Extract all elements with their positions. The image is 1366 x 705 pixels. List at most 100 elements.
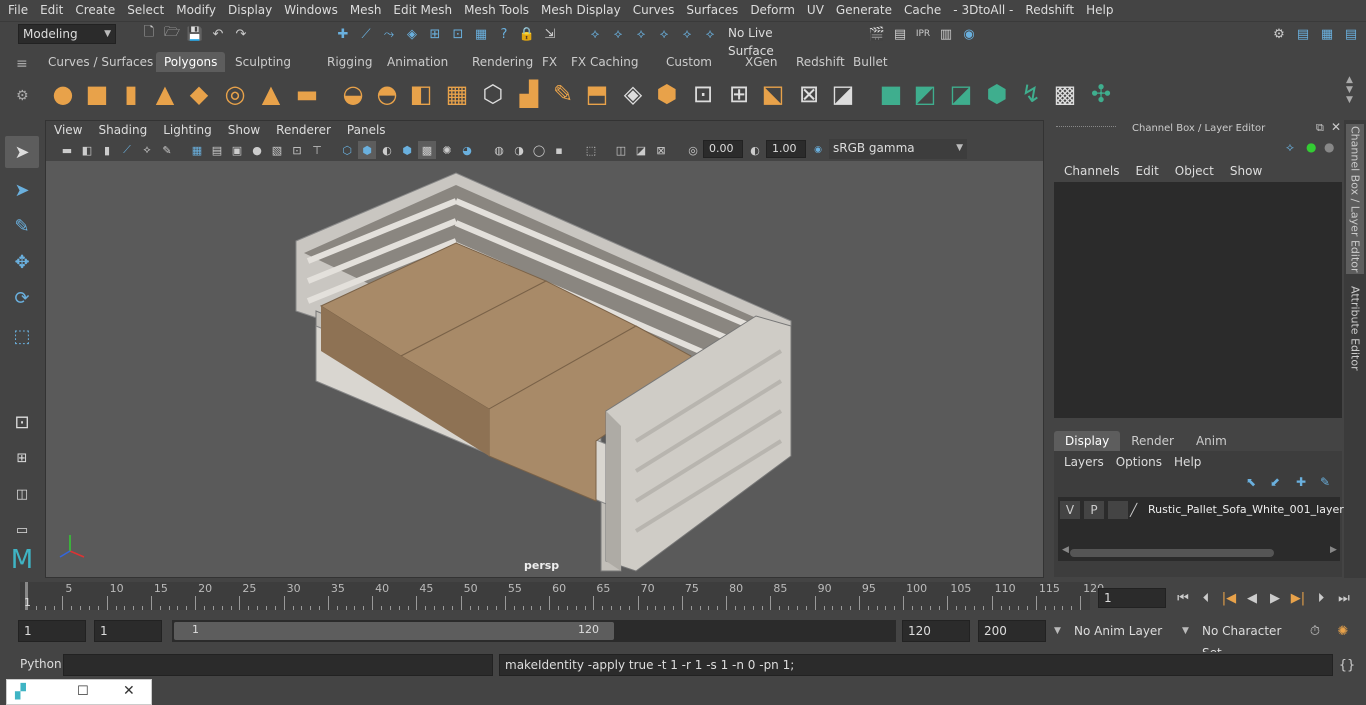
extract-icon[interactable]: ⬡ <box>478 79 508 109</box>
shelf-gear-icon[interactable]: ⚙ <box>16 88 36 104</box>
toggle-channel-box-icon[interactable]: ▤ <box>1342 25 1360 43</box>
image-plane-icon[interactable]: ⟋ <box>118 141 136 159</box>
uv-automatic-icon[interactable]: ⬢ <box>982 79 1012 109</box>
viewport-menu-renderer[interactable]: Renderer <box>268 121 339 139</box>
uv-checker-icon[interactable]: ▩ <box>1050 79 1080 109</box>
toggle-attribute-icon[interactable]: ▤ <box>1294 25 1312 43</box>
ipr-render-icon[interactable]: IPR <box>914 25 932 43</box>
sym-x-icon[interactable]: ⟡ <box>586 25 604 43</box>
xray-icon[interactable]: ◫ <box>612 141 630 159</box>
auto-key-icon[interactable]: ⏱ <box>1306 622 1324 640</box>
layer-menu-options[interactable]: Options <box>1110 453 1168 471</box>
merge-icon[interactable]: ◪ <box>828 79 858 109</box>
menu-modify[interactable]: Modify <box>170 0 222 21</box>
default-material-icon[interactable]: ◐ <box>378 141 396 159</box>
paint-select-tool-icon[interactable]: ✎ <box>5 210 39 242</box>
anim-end-field[interactable]: 200 <box>978 620 1046 642</box>
viewport-menu-show[interactable]: Show <box>220 121 268 139</box>
new-layer-icon[interactable]: ✚ <box>1296 475 1306 489</box>
menu-redshift[interactable]: Redshift <box>1019 0 1080 21</box>
shelf-tab-fx-caching[interactable]: FX Caching <box>563 52 646 72</box>
xray-components-icon[interactable]: ⊠ <box>652 141 670 159</box>
scroll-right-icon[interactable]: ▶ <box>1330 545 1337 555</box>
channel-list[interactable] <box>1054 182 1342 418</box>
snap-view-icon[interactable]: ▦ <box>472 25 490 43</box>
combine-icon[interactable]: ◒ <box>338 79 368 109</box>
depth-of-field-icon[interactable]: ▪ <box>550 141 568 159</box>
channel-menu-show[interactable]: Show <box>1222 162 1270 180</box>
uv-planar-icon[interactable]: ■ <box>876 79 906 109</box>
anim-layer-dropdown[interactable]: ▼ No Anim Layer <box>1052 620 1172 642</box>
color-management-icon[interactable]: ◉ <box>809 141 827 159</box>
undo-icon[interactable]: ↶ <box>209 25 227 43</box>
tab-channel-box[interactable]: Channel Box / Layer Editor <box>1346 124 1364 274</box>
bevel-icon[interactable]: ▟ <box>514 79 544 109</box>
character-set-dropdown[interactable]: ▼ No Character Set <box>1180 620 1300 660</box>
snap-together-icon[interactable]: ⟡ <box>655 25 673 43</box>
layer-playback-toggle[interactable]: P <box>1084 501 1104 519</box>
uv-cylindrical-icon[interactable]: ◩ <box>910 79 940 109</box>
bookmark-icon[interactable]: ▮ <box>98 141 116 159</box>
shadows-icon[interactable]: ◕ <box>458 141 476 159</box>
layer-tab-render[interactable]: Render <box>1120 431 1185 451</box>
separate-icon[interactable]: ◓ <box>372 79 402 109</box>
menu-mesh[interactable]: Mesh <box>344 0 388 21</box>
film-gate-icon[interactable]: ▤ <box>208 141 226 159</box>
sym-z-icon[interactable]: ⟡ <box>632 25 650 43</box>
select-component-icon[interactable]: ⤳ <box>380 25 398 43</box>
screen-space-ao-icon[interactable]: ◍ <box>490 141 508 159</box>
snap-point-icon[interactable]: ⊡ <box>449 25 467 43</box>
safe-title-icon[interactable]: ⊤ <box>308 141 326 159</box>
close-icon[interactable]: ✕ <box>123 683 135 699</box>
layer-visibility-toggle[interactable]: V <box>1060 501 1080 519</box>
poly-cylinder-icon[interactable]: ▮ <box>116 79 146 109</box>
new-scene-icon[interactable]: 🗋 <box>140 25 158 43</box>
step-forward-key-icon[interactable]: ⏵ <box>1312 589 1330 607</box>
poly-plane-icon[interactable]: ◆ <box>184 79 214 109</box>
restore-icon[interactable]: ☐ <box>77 684 89 699</box>
offset-edge-icon[interactable]: ⬕ <box>758 79 788 109</box>
menu-windows[interactable]: Windows <box>278 0 344 21</box>
mirror-icon[interactable]: ◧ <box>406 79 436 109</box>
extrude-icon[interactable]: ⬒ <box>582 79 612 109</box>
toggle-tool-settings-icon[interactable]: ▦ <box>1318 25 1336 43</box>
gate-mask-icon[interactable]: ● <box>248 141 266 159</box>
viewport-menu-panels[interactable]: Panels <box>339 121 394 139</box>
layer-color-icon[interactable]: ╱ <box>1130 503 1137 517</box>
menu-uv[interactable]: UV <box>801 0 830 21</box>
channel-menu-edit[interactable]: Edit <box>1128 162 1167 180</box>
menu-mesh-tools[interactable]: Mesh Tools <box>458 0 535 21</box>
new-layer-selected-icon[interactable]: ✎ <box>1320 475 1330 489</box>
menu-surfaces[interactable]: Surfaces <box>680 0 744 21</box>
3d-scene[interactable] <box>46 161 1043 577</box>
wireframe-on-shaded-icon[interactable]: ⬢ <box>398 141 416 159</box>
exposure-icon[interactable]: ◎ <box>684 141 702 159</box>
menu-deform[interactable]: Deform <box>744 0 801 21</box>
live-surface-field[interactable]: No Live Surface <box>724 24 822 58</box>
shelf-tab-sculpting[interactable]: Sculpting <box>227 52 299 72</box>
exposure-field[interactable]: 0.00 <box>703 140 743 158</box>
open-scene-icon[interactable]: 🗁 <box>163 25 181 43</box>
xray-joints-icon[interactable]: ◪ <box>632 141 650 159</box>
scroll-left-icon[interactable]: ◀ <box>1062 545 1069 555</box>
four-view-icon[interactable]: ⊞ <box>5 442 39 474</box>
range-slider-handle[interactable]: 1 120 <box>174 622 614 640</box>
render-settings-icon[interactable]: ▥ <box>937 25 955 43</box>
shelf-tab-rigging[interactable]: Rigging <box>319 52 380 72</box>
script-language-label[interactable]: Python <box>20 657 62 671</box>
close-panel-icon[interactable]: ✕ <box>1331 120 1341 134</box>
viewport-menu-view[interactable]: View <box>46 121 90 139</box>
menu-3dtoall[interactable]: - 3DtoAll - <box>947 0 1019 21</box>
playback-prefs-icon[interactable]: ✺ <box>1334 622 1352 640</box>
render-view-icon[interactable]: ▤ <box>891 25 909 43</box>
fill-hole-icon[interactable]: ⊡ <box>688 79 718 109</box>
camera-attr-icon[interactable]: ◧ <box>78 141 96 159</box>
menu-curves[interactable]: Curves <box>627 0 681 21</box>
uv-cut-sew-icon[interactable]: ↯ <box>1016 79 1046 109</box>
shelf-tab-curves-surfaces[interactable]: Curves / Surfaces <box>40 52 161 72</box>
move-layer-up-icon[interactable]: ⬉ <box>1246 475 1256 489</box>
uv-spherical-icon[interactable]: ◪ <box>946 79 976 109</box>
shelf-tab-custom[interactable]: Custom <box>658 52 720 72</box>
menu-create[interactable]: Create <box>69 0 121 21</box>
current-frame-field[interactable]: 1 <box>1098 588 1166 608</box>
